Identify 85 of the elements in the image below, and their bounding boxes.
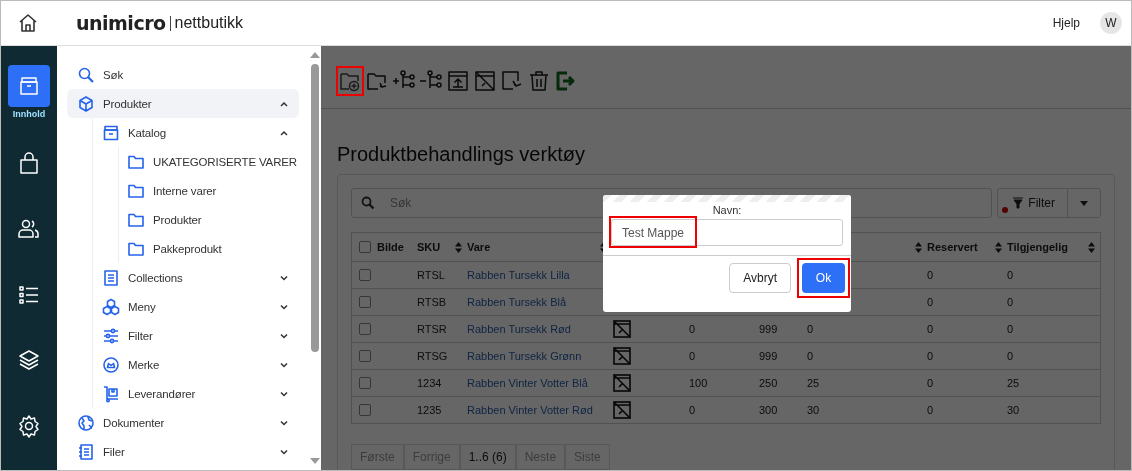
nav-item[interactable]: Produkter [67, 205, 299, 234]
sliders-icon [102, 326, 120, 345]
table-cell: 0 [927, 269, 934, 281]
table-cell: 0 [689, 404, 696, 416]
table-cell: 25 [1007, 377, 1020, 389]
table-cell: RTSL [417, 269, 445, 281]
funnel-icon [1012, 197, 1025, 209]
row-checkbox[interactable] [358, 350, 371, 362]
table-cell: RTSR [417, 323, 447, 335]
table-cell: 1234 [417, 377, 442, 389]
table-cell: 25 [807, 377, 820, 389]
rail-label: Innhold [12, 109, 46, 119]
page-title: Produktbehandlings verktøy [337, 143, 586, 166]
help-link[interactable]: Hjelp [1052, 16, 1080, 30]
trash-icon[interactable] [527, 69, 551, 93]
row-checkbox[interactable] [358, 323, 371, 335]
table-cell: 0 [689, 323, 696, 335]
column-header: Vare [467, 241, 491, 253]
table-cell: 1235 [417, 404, 442, 416]
nav-item[interactable]: Leverandører [67, 379, 299, 408]
move-file-icon[interactable] [500, 69, 524, 93]
caret-icon [1080, 200, 1088, 206]
globe-icon [77, 413, 95, 432]
search-icon [77, 65, 95, 84]
nav-item[interactable]: Collections [67, 263, 299, 292]
nav-item[interactable]: Interne varer [67, 176, 299, 205]
table-cell: 0 [1007, 350, 1014, 362]
box-icon [77, 94, 95, 113]
table-cell: 0 [1007, 296, 1014, 308]
nav-item[interactable]: Produkter [67, 89, 299, 118]
nav-item[interactable]: Meny [67, 292, 299, 321]
column-header: Bilde [377, 241, 404, 253]
badge-icon [102, 355, 120, 374]
upload-image-icon[interactable] [446, 69, 470, 93]
table-cell: 0 [927, 323, 934, 335]
row-checkbox[interactable] [358, 269, 371, 281]
nav-item[interactable]: Katalog [67, 118, 299, 147]
settings-icon [16, 412, 42, 439]
brand-subtitle: nettbutikk [174, 14, 244, 32]
cart-icon [102, 384, 120, 403]
table-cell: 0 [927, 296, 934, 308]
column-header: Tilgjengelig [1007, 241, 1068, 253]
ok-button[interactable]: Ok [802, 263, 845, 293]
user-avatar[interactable]: W [1100, 12, 1122, 34]
search-icon [361, 196, 375, 210]
collection-icon [102, 268, 120, 287]
table-cell: 30 [1007, 404, 1020, 416]
table-cell: 0 [807, 350, 814, 362]
table-cell: 300 [759, 404, 778, 416]
row-checkbox[interactable] [358, 404, 371, 416]
no-image-icon[interactable] [473, 69, 497, 93]
field-label: Navn: [712, 204, 742, 216]
catalog-icon [102, 123, 120, 142]
table-cell: 30 [807, 404, 820, 416]
nav-item[interactable]: Dokumenter [67, 408, 299, 437]
table-cell: 999 [759, 323, 778, 335]
table-cell: 0 [927, 377, 934, 389]
table-cell: 0 [1007, 269, 1014, 281]
table-cell: 0 [927, 350, 934, 362]
table-cell: RTSB [417, 296, 447, 308]
table-cell: 0 [807, 323, 814, 335]
column-header: SKU [417, 241, 441, 253]
nav-item[interactable]: Merke [67, 350, 299, 379]
cancel-button[interactable]: Avbryt [729, 263, 791, 293]
nav-item[interactable]: Filer [67, 437, 299, 466]
row-checkbox[interactable] [358, 377, 371, 389]
table-cell: RTSG [417, 350, 448, 362]
nav-item[interactable]: UKATEGORISERTE VARER [67, 147, 299, 176]
nav-item[interactable]: Søk [67, 60, 299, 89]
home-icon[interactable] [18, 13, 38, 33]
row-checkbox[interactable] [358, 296, 371, 308]
nav-item[interactable]: Pakkeprodukt [67, 234, 299, 263]
select-all-checkbox[interactable] [358, 241, 371, 253]
brand-logo: unimicro [76, 12, 166, 34]
column-header: Reservert [927, 241, 978, 253]
table-cell: 0 [1007, 323, 1014, 335]
table-cell: 250 [759, 377, 778, 389]
name-input[interactable]: Test Mappe [611, 219, 843, 246]
table-cell: 0 [927, 404, 934, 416]
notebook-icon [77, 442, 95, 461]
cubes-icon [102, 297, 120, 316]
table-cell: 0 [689, 350, 696, 362]
nav-item[interactable]: Filter [67, 321, 299, 350]
table-cell: 999 [759, 350, 778, 362]
table-cell: 100 [689, 377, 708, 389]
